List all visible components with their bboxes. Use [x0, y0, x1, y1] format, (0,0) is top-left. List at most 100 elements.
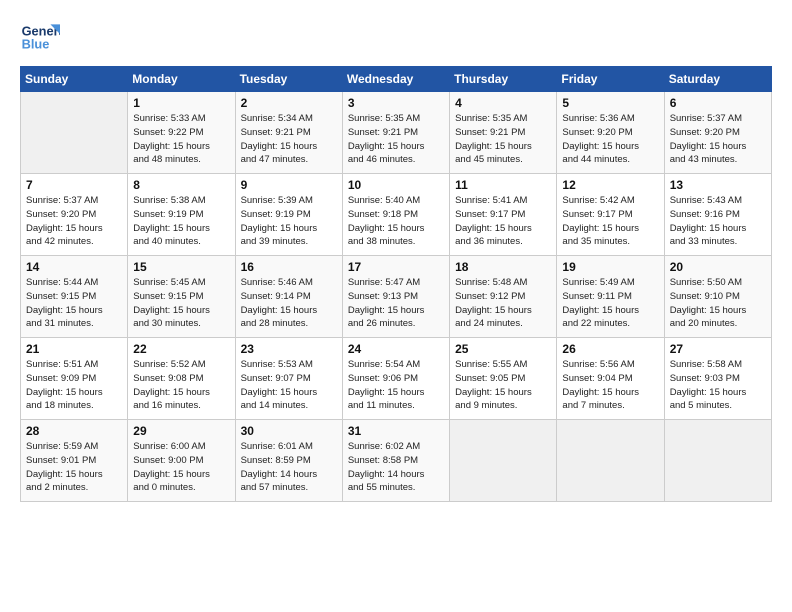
weekday-header: Wednesday [342, 67, 449, 92]
calendar-cell [450, 420, 557, 502]
calendar-cell: 19 Sunrise: 5:49 AMSunset: 9:11 PMDayligh… [557, 256, 664, 338]
day-number: 17 [348, 260, 444, 274]
day-number: 12 [562, 178, 658, 192]
calendar-cell: 31Sunrise: 6:02 AMSunset: 8:58 PMDayligh… [342, 420, 449, 502]
calendar-week-row: 21 Sunrise: 5:51 AMSunset: 9:09 PMDayligh… [21, 338, 772, 420]
calendar-week-row: 1Sunrise: 5:33 AMSunset: 9:22 PMDaylight… [21, 92, 772, 174]
cell-info: Sunrise: 5:39 AMSunset: 9:19 PMDaylight:… [241, 194, 337, 249]
calendar-cell: 9 Sunrise: 5:39 AMSunset: 9:19 PMDaylight… [235, 174, 342, 256]
cell-info: Sunrise: 5:34 AMSunset: 9:21 PMDaylight:… [241, 112, 337, 167]
calendar-cell: 30 Sunrise: 6:01 AMSunset: 8:59 PMDayligh… [235, 420, 342, 502]
calendar-cell: 12 Sunrise: 5:42 AMSunset: 9:17 PMDayligh… [557, 174, 664, 256]
day-number: 24 [348, 342, 444, 356]
day-number: 11 [455, 178, 551, 192]
day-number: 27 [670, 342, 766, 356]
day-number: 22 [133, 342, 229, 356]
day-number: 28 [26, 424, 122, 438]
cell-info: Sunrise: 5:33 AMSunset: 9:22 PMDaylight:… [133, 112, 229, 167]
cell-info: Sunrise: 5:42 AMSunset: 9:17 PMDaylight:… [562, 194, 658, 249]
cell-info: Sunrise: 5:35 AMSunset: 9:21 PMDaylight:… [348, 112, 444, 167]
calendar-cell [557, 420, 664, 502]
calendar-cell: 16 Sunrise: 5:46 AMSunset: 9:14 PMDayligh… [235, 256, 342, 338]
day-number: 8 [133, 178, 229, 192]
cell-info: Sunrise: 5:50 AMSunset: 9:10 PMDaylight:… [670, 276, 766, 331]
calendar-cell [21, 92, 128, 174]
day-number: 23 [241, 342, 337, 356]
calendar-week-row: 7Sunrise: 5:37 AMSunset: 9:20 PMDaylight… [21, 174, 772, 256]
day-number: 3 [348, 96, 444, 110]
calendar-cell: 18Sunrise: 5:48 AMSunset: 9:12 PMDayligh… [450, 256, 557, 338]
calendar-cell: 6Sunrise: 5:37 AMSunset: 9:20 PMDaylight… [664, 92, 771, 174]
cell-info: Sunrise: 5:44 AMSunset: 9:15 PMDaylight:… [26, 276, 122, 331]
weekday-header: Saturday [664, 67, 771, 92]
calendar-cell: 1Sunrise: 5:33 AMSunset: 9:22 PMDaylight… [128, 92, 235, 174]
svg-text:Blue: Blue [22, 36, 50, 51]
calendar-cell: 11 Sunrise: 5:41 AMSunset: 9:17 PMDayligh… [450, 174, 557, 256]
cell-info: Sunrise: 5:45 AMSunset: 9:15 PMDaylight:… [133, 276, 229, 331]
calendar-cell: 3 Sunrise: 5:35 AMSunset: 9:21 PMDaylight… [342, 92, 449, 174]
cell-info: Sunrise: 5:40 AMSunset: 9:18 PMDaylight:… [348, 194, 444, 249]
cell-info: Sunrise: 5:35 AMSunset: 9:21 PMDaylight:… [455, 112, 551, 167]
cell-info: Sunrise: 5:51 AMSunset: 9:09 PMDaylight:… [26, 358, 122, 413]
cell-info: Sunrise: 5:59 AMSunset: 9:01 PMDaylight:… [26, 440, 122, 495]
cell-info: Sunrise: 6:02 AMSunset: 8:58 PMDaylight:… [348, 440, 444, 495]
calendar-cell: 4 Sunrise: 5:35 AMSunset: 9:21 PMDaylight… [450, 92, 557, 174]
calendar-cell: 27 Sunrise: 5:58 AMSunset: 9:03 PMDayligh… [664, 338, 771, 420]
calendar-cell: 26 Sunrise: 5:56 AMSunset: 9:04 PMDayligh… [557, 338, 664, 420]
cell-info: Sunrise: 5:41 AMSunset: 9:17 PMDaylight:… [455, 194, 551, 249]
day-number: 18 [455, 260, 551, 274]
calendar-cell: 20Sunrise: 5:50 AMSunset: 9:10 PMDayligh… [664, 256, 771, 338]
calendar-cell: 28 Sunrise: 5:59 AMSunset: 9:01 PMDayligh… [21, 420, 128, 502]
day-number: 5 [562, 96, 658, 110]
calendar-cell: 14Sunrise: 5:44 AMSunset: 9:15 PMDayligh… [21, 256, 128, 338]
calendar-cell [664, 420, 771, 502]
day-number: 21 [26, 342, 122, 356]
calendar-cell: 25Sunrise: 5:55 AMSunset: 9:05 PMDayligh… [450, 338, 557, 420]
calendar-week-row: 14Sunrise: 5:44 AMSunset: 9:15 PMDayligh… [21, 256, 772, 338]
day-number: 4 [455, 96, 551, 110]
logo-icon: General Blue [20, 18, 60, 58]
day-number: 30 [241, 424, 337, 438]
calendar-cell: 29Sunrise: 6:00 AMSunset: 9:00 PMDayligh… [128, 420, 235, 502]
calendar-cell: 2Sunrise: 5:34 AMSunset: 9:21 PMDaylight… [235, 92, 342, 174]
cell-info: Sunrise: 5:37 AMSunset: 9:20 PMDaylight:… [670, 112, 766, 167]
day-number: 7 [26, 178, 122, 192]
calendar-cell: 23 Sunrise: 5:53 AMSunset: 9:07 PMDayligh… [235, 338, 342, 420]
calendar: SundayMondayTuesdayWednesdayThursdayFrid… [20, 66, 772, 502]
day-number: 10 [348, 178, 444, 192]
cell-info: Sunrise: 5:46 AMSunset: 9:14 PMDaylight:… [241, 276, 337, 331]
day-number: 19 [562, 260, 658, 274]
day-number: 15 [133, 260, 229, 274]
calendar-cell: 10 Sunrise: 5:40 AMSunset: 9:18 PMDayligh… [342, 174, 449, 256]
calendar-cell: 7Sunrise: 5:37 AMSunset: 9:20 PMDaylight… [21, 174, 128, 256]
day-number: 13 [670, 178, 766, 192]
header: General Blue [20, 18, 772, 58]
weekday-header: Thursday [450, 67, 557, 92]
cell-info: Sunrise: 5:53 AMSunset: 9:07 PMDaylight:… [241, 358, 337, 413]
weekday-header: Monday [128, 67, 235, 92]
day-number: 26 [562, 342, 658, 356]
calendar-cell: 22 Sunrise: 5:52 AMSunset: 9:08 PMDayligh… [128, 338, 235, 420]
calendar-week-row: 28 Sunrise: 5:59 AMSunset: 9:01 PMDayligh… [21, 420, 772, 502]
cell-info: Sunrise: 6:00 AMSunset: 9:00 PMDaylight:… [133, 440, 229, 495]
cell-info: Sunrise: 5:43 AMSunset: 9:16 PMDaylight:… [670, 194, 766, 249]
cell-info: Sunrise: 6:01 AMSunset: 8:59 PMDaylight:… [241, 440, 337, 495]
weekday-header: Sunday [21, 67, 128, 92]
cell-info: Sunrise: 5:55 AMSunset: 9:05 PMDaylight:… [455, 358, 551, 413]
cell-info: Sunrise: 5:58 AMSunset: 9:03 PMDaylight:… [670, 358, 766, 413]
cell-info: Sunrise: 5:54 AMSunset: 9:06 PMDaylight:… [348, 358, 444, 413]
weekday-header: Tuesday [235, 67, 342, 92]
calendar-cell: 13 Sunrise: 5:43 AMSunset: 9:16 PMDayligh… [664, 174, 771, 256]
cell-info: Sunrise: 5:36 AMSunset: 9:20 PMDaylight:… [562, 112, 658, 167]
calendar-cell: 24 Sunrise: 5:54 AMSunset: 9:06 PMDayligh… [342, 338, 449, 420]
logo: General Blue [20, 18, 60, 58]
calendar-cell: 17Sunrise: 5:47 AMSunset: 9:13 PMDayligh… [342, 256, 449, 338]
calendar-cell: 8Sunrise: 5:38 AMSunset: 9:19 PMDaylight… [128, 174, 235, 256]
weekday-header: Friday [557, 67, 664, 92]
day-number: 9 [241, 178, 337, 192]
page: General Blue SundayMondayTuesdayWednesda… [0, 0, 792, 612]
cell-info: Sunrise: 5:56 AMSunset: 9:04 PMDaylight:… [562, 358, 658, 413]
day-number: 16 [241, 260, 337, 274]
cell-info: Sunrise: 5:49 AMSunset: 9:11 PMDaylight:… [562, 276, 658, 331]
cell-info: Sunrise: 5:52 AMSunset: 9:08 PMDaylight:… [133, 358, 229, 413]
